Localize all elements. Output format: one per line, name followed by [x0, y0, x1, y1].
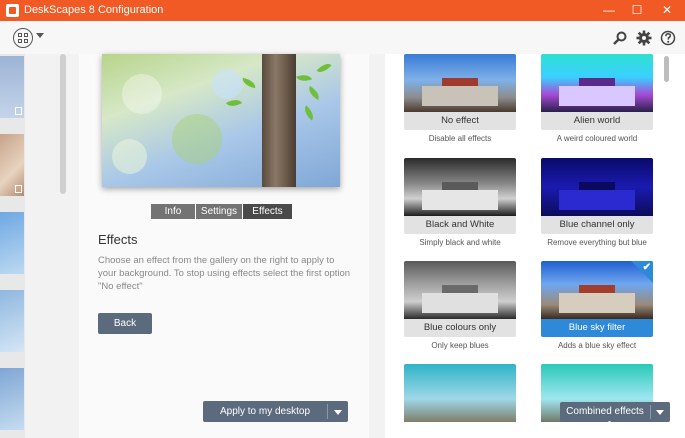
back-button[interactable]: Back [98, 313, 152, 334]
combined-effects-button[interactable]: Combined effects [560, 402, 670, 422]
effect-card-blue-sky-filter[interactable]: ✔ Blue sky filter [541, 261, 653, 337]
effect-thumbnail [404, 54, 516, 112]
effect-subtitle: Simply black and white [419, 238, 501, 247]
apply-to-desktop-label[interactable]: Apply to my desktop [203, 401, 327, 422]
wallpaper-thumbnail[interactable] [0, 290, 24, 352]
effect-subtitle: Disable all effects [428, 134, 492, 143]
effect-subtitle: Adds a blue sky effect [557, 341, 637, 350]
checkmark-icon: ✔ [642, 262, 651, 273]
effect-thumbnail [541, 158, 653, 216]
gear-icon[interactable] [636, 30, 652, 46]
effect-name: Blue channel only [541, 216, 653, 234]
apply-to-desktop-button[interactable]: Apply to my desktop [203, 401, 348, 422]
wallpaper-type-icon [15, 107, 22, 115]
effect-thumbnail [404, 364, 516, 422]
window-title: DeskScapes 8 Configuration [24, 4, 164, 16]
toolbar [0, 21, 685, 54]
layout-view-button[interactable] [13, 28, 33, 48]
title-bar: DeskScapes 8 Configuration — ☐ ✕ [0, 0, 685, 21]
effect-subtitle: Remove everything but blue [547, 238, 647, 247]
wallpaper-thumbnail[interactable] [0, 56, 24, 118]
watermark: cfan.com.cn [600, 420, 665, 432]
help-icon[interactable] [660, 30, 676, 46]
effect-card-alien-world[interactable]: Alien world [541, 54, 653, 130]
section-heading: Effects [98, 232, 138, 247]
effect-subtitle: Only keep blues [431, 341, 489, 350]
wallpaper-type-icon [15, 185, 22, 193]
effect-card-black-and-white[interactable]: Black and White [404, 158, 516, 234]
effect-name: Black and White [404, 216, 516, 234]
effect-thumbnail [404, 158, 516, 216]
effect-name: Alien world [541, 112, 653, 130]
effect-name: Blue colours only [404, 319, 516, 337]
wallpaper-thumbnail[interactable] [0, 212, 24, 274]
effect-name: No effect [404, 112, 516, 130]
effect-subtitle: A weird coloured world [556, 134, 638, 143]
chevron-down-icon[interactable] [656, 410, 664, 415]
effect-card-blue-channel-only[interactable]: Blue channel only [541, 158, 653, 234]
minimize-button[interactable]: — [594, 0, 624, 21]
chevron-down-icon[interactable] [334, 410, 342, 415]
wallpaper-thumbnail[interactable] [0, 368, 24, 430]
detail-tabs: Info Settings Effects [151, 204, 292, 219]
divider [327, 404, 328, 419]
effect-card-no-effect[interactable]: No effect [404, 54, 516, 130]
close-button[interactable]: ✕ [652, 0, 682, 21]
wallpaper-list[interactable] [0, 54, 25, 438]
section-description: Choose an effect from the gallery on the… [98, 255, 351, 292]
effect-card-blue-colours-only[interactable]: Blue colours only [404, 261, 516, 337]
effect-name: Blue sky filter [541, 319, 653, 337]
tab-settings[interactable]: Settings [196, 204, 243, 219]
app-icon [6, 4, 19, 17]
tab-effects[interactable]: Effects [243, 204, 292, 219]
effect-thumbnail [541, 54, 653, 112]
tab-info[interactable]: Info [151, 204, 196, 219]
wallpaper-thumbnail[interactable] [0, 134, 24, 196]
combined-effects-label[interactable]: Combined effects [560, 402, 650, 422]
effects-gallery: No effect Disable all effects Alien worl… [385, 54, 685, 438]
wallpaper-preview [102, 54, 340, 187]
scrollbar[interactable] [60, 54, 66, 194]
chevron-down-icon[interactable] [36, 33, 44, 38]
effect-thumbnail [404, 261, 516, 319]
divider [650, 405, 651, 419]
search-icon[interactable] [612, 30, 628, 46]
maximize-button[interactable]: ☐ [622, 0, 652, 21]
effect-card[interactable] [404, 364, 516, 438]
scrollbar[interactable] [664, 56, 669, 82]
